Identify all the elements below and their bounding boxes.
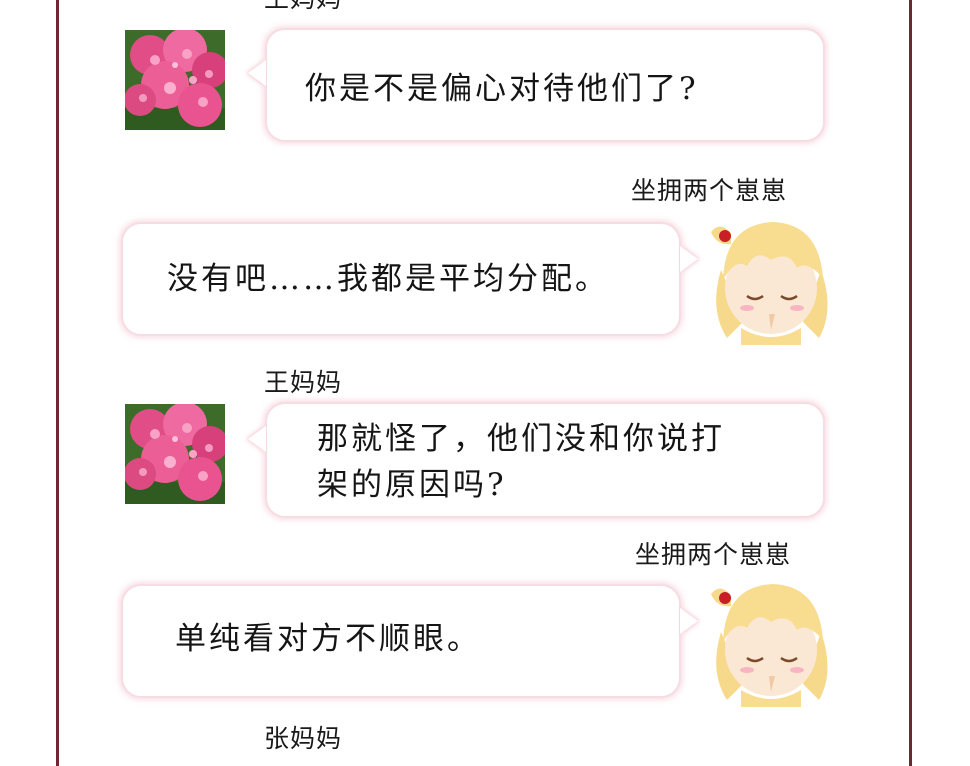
hydrangea-avatar-icon[interactable]: [125, 30, 225, 130]
sender-name-wang: 王妈妈: [264, 368, 343, 397]
message-bubble[interactable]: 没有吧……我都是平均分配。: [121, 222, 698, 336]
message-bubble[interactable]: 你是不是偏心对待他们了?: [248, 28, 825, 142]
message-text: 那就怪了，他们没和你说打 架的原因吗?: [317, 416, 725, 508]
chibi-girl-avatar-icon[interactable]: [701, 210, 841, 345]
message-text: 没有吧……我都是平均分配。: [167, 261, 609, 297]
sender-name-self: 坐拥两个崽崽: [635, 540, 792, 569]
message-text: 单纯看对方不顺眼。: [175, 621, 481, 657]
sender-name-wang: 王妈妈: [264, 0, 342, 11]
sender-name-zhang: 张妈妈: [264, 724, 343, 753]
message-bubble[interactable]: 那就怪了，他们没和你说打 架的原因吗?: [248, 402, 825, 518]
bubble-tail: [680, 246, 698, 272]
bubble-tail: [680, 608, 698, 634]
message-text-line: 那就怪了，他们没和你说打: [317, 421, 725, 457]
chibi-girl-avatar-icon[interactable]: [701, 572, 841, 707]
bubble-tail: [248, 60, 266, 86]
message-bubble[interactable]: 单纯看对方不顺眼。: [121, 584, 698, 698]
sender-name-self: 坐拥两个崽崽: [631, 176, 788, 205]
bubble-tail: [248, 426, 266, 452]
message-text-line: 架的原因吗?: [317, 467, 507, 503]
chat-frame: 王妈妈 你是不是偏心对待他们了? 坐拥两个崽崽 没有吧……我都是平均分配。: [56, 0, 912, 766]
hydrangea-avatar-icon[interactable]: [125, 404, 225, 504]
message-text: 你是不是偏心对待他们了?: [305, 71, 699, 107]
